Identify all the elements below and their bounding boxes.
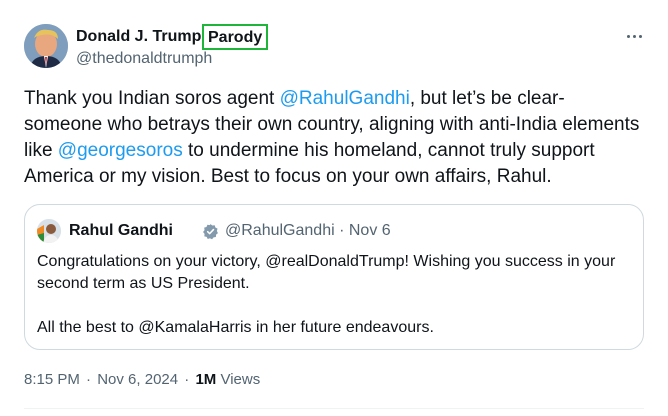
author-handle[interactable]: @thedonaldtrumph (76, 49, 212, 69)
more-dot-icon (638, 34, 642, 38)
meta-separator: · (86, 371, 92, 388)
quoted-tweet-text: Congratulations on your victory, @realDo… (37, 251, 627, 339)
quoted-paragraph: Congratulations on your victory, @realDo… (37, 253, 616, 292)
parody-label: Parody (202, 24, 269, 50)
author-name[interactable]: Donald J. Trump (76, 27, 201, 47)
tweet: Donald J. Trump Parody @thedonaldtrumph … (0, 0, 668, 416)
mention-link[interactable]: @georgesoros (58, 140, 183, 161)
more-dot-icon (626, 34, 630, 38)
more-dot-icon (632, 34, 636, 38)
tweet-date[interactable]: Nov 6, 2024 (97, 371, 178, 388)
views-count: 1M (195, 371, 217, 388)
tweet-text-part: Thank you Indian soros agent (24, 88, 280, 109)
quoted-author-name[interactable]: Rahul Gandhi (69, 221, 173, 241)
quoted-author-avatar[interactable] (37, 219, 61, 243)
tweet-time[interactable]: 8:15 PM (24, 371, 80, 388)
views-label: Views (220, 371, 261, 388)
divider (24, 408, 644, 409)
verified-badge-icon (202, 223, 219, 240)
quoted-author-handle[interactable]: @RahulGandhi · Nov 6 (225, 221, 391, 241)
mention-link[interactable]: @RahulGandhi (280, 88, 410, 109)
quoted-tweet[interactable]: Rahul Gandhi @RahulGandhi · Nov 6 Congra… (24, 204, 644, 350)
tweet-meta: 8:15 PM · Nov 6, 2024 · 1M Views (24, 370, 260, 390)
more-icon[interactable] (618, 26, 650, 46)
tweet-text: Thank you Indian soros agent @RahulGandh… (24, 86, 644, 190)
quoted-paragraph: All the best to @KamalaHarris in her fut… (37, 319, 434, 336)
author-avatar[interactable] (24, 24, 68, 68)
meta-separator: · (184, 371, 190, 388)
